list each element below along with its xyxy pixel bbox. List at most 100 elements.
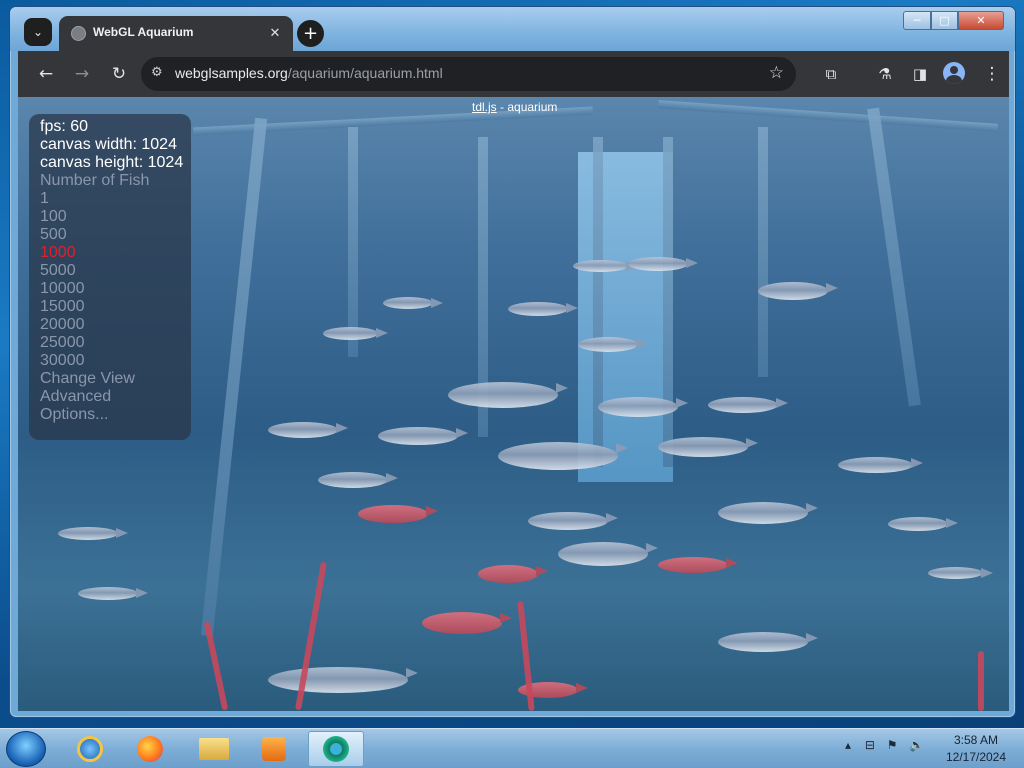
tab-search-button[interactable]: ⌄ (24, 18, 52, 46)
chrome-active-icon[interactable] (308, 731, 364, 767)
fish-option-1[interactable]: 1 (29, 190, 191, 208)
fish-option-25000[interactable]: 25000 (29, 334, 191, 352)
fish (508, 302, 578, 316)
pillar (758, 127, 768, 377)
options-option[interactable]: Options... (29, 406, 191, 424)
action-center-flag-icon[interactable]: ⚑ (887, 738, 898, 752)
maximize-button[interactable]: □ (931, 11, 958, 30)
fish (383, 297, 443, 309)
fish (558, 542, 658, 566)
fish (78, 587, 148, 600)
fish-option-20000[interactable]: 20000 (29, 316, 191, 334)
fish (378, 427, 468, 445)
bookmark-star-icon[interactable]: ☆ (769, 63, 784, 83)
close-window-button[interactable]: ✕ (958, 11, 1004, 30)
fish (268, 667, 418, 693)
aquarium-canvas[interactable]: tdl.js - aquarium fps: 60 canvas width: … (18, 97, 1009, 711)
tab-webgl-aquarium[interactable]: WebGL Aquarium ✕ (59, 16, 293, 51)
coral (978, 651, 984, 711)
advanced-option[interactable]: Advanced (29, 388, 191, 406)
reload-icon[interactable]: ↻ (104, 59, 134, 89)
canvas-height-readout: canvas height: 1024 (40, 154, 184, 171)
menu-kebab-icon[interactable]: ⋮ (977, 59, 1007, 89)
taskbar: ▴ ⊟ ⚑ 🔈 3:58 AM 12/17/2024 (0, 728, 1024, 768)
system-tray: ▴ ⊟ ⚑ 🔈 (845, 738, 924, 752)
site-settings-icon[interactable]: ⚙ (151, 65, 163, 80)
tab-title: WebGL Aquarium (93, 25, 194, 39)
fish (578, 337, 648, 352)
fish (268, 422, 348, 438)
fish-option-30000[interactable]: 30000 (29, 352, 191, 370)
fish (658, 437, 758, 457)
close-tab-icon[interactable]: ✕ (265, 23, 285, 43)
fish (528, 512, 618, 530)
profile-avatar-icon[interactable] (943, 62, 965, 84)
labs-flask-icon[interactable]: ⚗ (870, 59, 900, 89)
fish (628, 257, 698, 271)
tdl-link[interactable]: tdl.js (472, 100, 497, 114)
file-explorer-icon[interactable] (186, 731, 242, 767)
network-icon[interactable]: ⊟ (865, 738, 875, 752)
change-view-option[interactable]: Change View (29, 370, 191, 388)
media-logo (262, 737, 286, 761)
minimize-button[interactable]: ─ (903, 11, 931, 30)
title-bar: ⌄ WebGL Aquarium ✕ + ─ □ ✕ (10, 7, 1015, 51)
internet-explorer-icon[interactable] (62, 731, 118, 767)
red-fish (658, 557, 738, 573)
clock-date: 12/17/2024 (945, 750, 1007, 764)
fish (718, 502, 818, 524)
red-fish (478, 565, 548, 583)
clock[interactable]: 3:58 AM 12/17/2024 (935, 732, 1017, 766)
fish-option-10000[interactable]: 10000 (29, 280, 191, 298)
fish (758, 282, 838, 300)
browser-window: ⌄ WebGL Aquarium ✕ + ─ □ ✕ ← → ↻ ⚙ webgl… (9, 6, 1016, 718)
fish (318, 472, 398, 488)
pillar (663, 137, 673, 467)
aquarium-controls-panel: fps: 60 canvas width: 1024 canvas height… (29, 114, 191, 440)
extensions-icon[interactable]: ⧉ (816, 59, 846, 89)
fish (448, 382, 568, 408)
chrome-logo (323, 736, 349, 762)
fish (718, 632, 818, 652)
firefox-icon[interactable] (122, 731, 178, 767)
fish (928, 567, 993, 579)
fish (573, 260, 638, 272)
media-player-icon[interactable] (246, 731, 302, 767)
browser-toolbar: ← → ↻ ⚙ webglsamples.org/aquarium/aquari… (18, 51, 1009, 97)
start-button[interactable] (6, 731, 46, 767)
canvas-width-readout: canvas width: 1024 (40, 136, 177, 153)
volume-muted-icon[interactable]: 🔈 (909, 738, 924, 752)
back-icon[interactable]: ← (31, 59, 61, 89)
number-of-fish-label: Number of Fish (40, 172, 150, 189)
clock-time: 3:58 AM (953, 733, 999, 747)
pillar (348, 127, 358, 357)
fish-option-500[interactable]: 500 (29, 226, 191, 244)
fish-option-100[interactable]: 100 (29, 208, 191, 226)
show-hidden-icons-icon[interactable]: ▴ (845, 738, 851, 752)
fish (888, 517, 958, 531)
fish (58, 527, 128, 540)
address-bar[interactable]: ⚙ webglsamples.org/aquarium/aquarium.htm… (141, 57, 796, 91)
fish (498, 442, 628, 470)
fish-option-15000[interactable]: 15000 (29, 298, 191, 316)
forward-icon[interactable]: → (67, 59, 97, 89)
fish-option-1000[interactable]: 1000 (29, 244, 191, 262)
red-fish (358, 505, 438, 523)
side-panel-icon[interactable]: ◨ (905, 59, 935, 89)
url-text[interactable]: webglsamples.org/aquarium/aquarium.html (175, 65, 443, 81)
pillar (867, 107, 921, 407)
scene-title: tdl.js - aquarium (472, 100, 558, 114)
fish (838, 457, 923, 473)
pillar (593, 137, 603, 467)
fish-option-5000[interactable]: 5000 (29, 262, 191, 280)
new-tab-button[interactable]: + (297, 20, 324, 47)
ie-logo (77, 736, 103, 762)
pillar (200, 117, 268, 637)
fps-readout: fps: 60 (40, 118, 89, 135)
firefox-logo (137, 736, 163, 762)
roof-beam (658, 100, 998, 132)
fish (708, 397, 788, 413)
coral (203, 621, 229, 711)
folder-icon (199, 738, 229, 760)
fish (598, 397, 688, 417)
